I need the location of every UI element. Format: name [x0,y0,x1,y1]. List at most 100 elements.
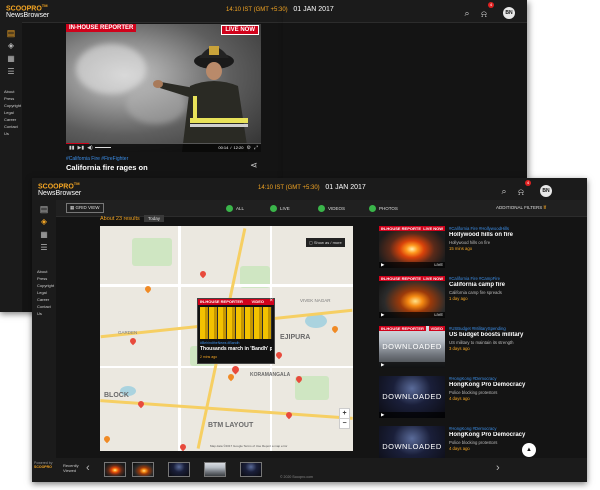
filter-photos[interactable]: PHOTOS [369,205,398,212]
card-tags[interactable]: #HongKong #Democracy [449,426,555,431]
firefighter-figure [153,46,248,152]
play-icon[interactable]: ▶ [381,412,384,418]
news-card[interactable]: IN-HOUSE REPORTERLIVE NOW ▶ LIVE #Californi… [379,226,555,268]
card-time: 4 days ago [449,395,470,401]
link-press[interactable]: Press [37,275,56,282]
card-tags[interactable]: #USBudget #MilitarySpending [449,326,555,331]
play-icon[interactable]: ▶ [381,312,384,318]
filter-videos[interactable]: VIDEOS [318,205,345,212]
video-tags[interactable]: #California Fire #FireFighter [66,156,128,162]
close-icon[interactable]: × [269,298,273,304]
popup-title: Thousands march in 'Bandh' prot [200,346,272,352]
next-icon[interactable]: ▶▮ [78,145,85,151]
map-pin[interactable] [128,336,138,346]
card-thumbnail[interactable]: DOWNLOADED ▶ [379,376,445,418]
card-thumbnail[interactable]: IN-HOUSE REPORTERLIVE NOW ▶ LIVE [379,276,445,318]
live-indicator: LIVE [434,312,443,317]
card-tags[interactable]: #HongKong #Democracy [449,376,555,381]
bell-icon[interactable]: ⍾ [518,187,524,198]
popup-tags[interactable]: #BehindtheNews #Bandh [200,341,272,345]
play-icon[interactable]: ▮▮ [69,145,75,151]
additional-filters-button[interactable]: ADDITIONAL FILTERS ⩸ [496,205,546,210]
card-tags[interactable]: #California Fire #HollywoodHills [449,226,555,231]
map-pin[interactable] [102,434,112,444]
calendar-icon[interactable]: ▦ [40,230,48,243]
recent-thumb[interactable] [132,462,154,477]
calendar-icon[interactable]: ▦ [7,54,15,67]
link-about[interactable]: About [4,88,22,95]
link-legal[interactable]: Legal [37,289,56,296]
progress-bar[interactable] [66,143,261,144]
filter-all[interactable]: ALL [226,205,244,212]
news-map[interactable]: EJIPURA BTM LAYOUT KORAMANGALA VIVEK NAG… [100,226,353,451]
zoom-out-button[interactable]: − [339,418,350,429]
video-bar: ▶ [379,362,445,368]
news-card[interactable]: DOWNLOADED ▶ #HongKong #DemocracyHongKong … [379,376,555,418]
link-about[interactable]: About [37,268,56,275]
map-pin[interactable] [330,324,340,334]
chevron-left-icon[interactable]: ‹ [86,462,90,474]
settings-icon[interactable]: ⚙ [247,145,251,151]
play-icon[interactable]: ▶ [381,262,384,268]
news-card[interactable]: IN-HOUSE REPORTERVIDEO DOWNLOADED ▶ #USBudg… [379,326,555,368]
map-pin[interactable] [226,372,236,382]
home-icon[interactable]: ▤ [40,204,49,217]
card-subtitle: Police blocking protestors [449,439,498,445]
card-label: IN-HOUSE REPORTER [379,276,426,281]
link-press[interactable]: Press [4,95,22,102]
link-career[interactable]: Career [4,116,22,123]
link-copyright[interactable]: Copyright [4,102,22,109]
back-window-right: 14:10 IST (GMT +5:30) 01 JAN 2017 ⌕ ⍾ 4 … [226,0,527,178]
map-icon[interactable]: ◈ [8,41,14,54]
avatar[interactable]: BN [503,7,515,19]
chevron-right-icon[interactable]: › [496,462,500,474]
home-icon[interactable]: ▤ [7,28,16,41]
list-icon[interactable]: ☰ [7,67,14,80]
card-tags[interactable]: #California Fire #CampFire [449,276,555,281]
link-career[interactable]: Career [37,296,56,303]
volume-icon[interactable]: ◀) [87,145,93,151]
share-icon[interactable]: ⋖ [250,160,258,171]
card-label: IN-HOUSE REPORTER [379,226,426,231]
map-icon[interactable]: ◈ [41,217,47,230]
main-video-player[interactable]: IN-HOUSE REPORTER LIVE NOW ▮▮ ▶▮ ◀) 00:1… [66,24,261,152]
show-as-toggle[interactable]: ▢ Show as / more [306,238,345,247]
date-filter[interactable]: Today [144,215,165,222]
map-pin[interactable] [198,269,208,279]
live-indicator: LIVE [434,262,443,267]
bell-icon[interactable]: ⍾ [481,9,487,20]
brand-logo[interactable]: SCOOPROTM NewsBrowser [38,182,81,198]
sidebar: ▤ ◈ ▦ ☰ About Press Copyright Legal Care… [32,200,56,482]
card-thumbnail[interactable]: IN-HOUSE REPORTERLIVE NOW ▶ LIVE [379,226,445,268]
card-title: California camp fire [449,282,506,288]
avatar[interactable]: BN [540,185,552,197]
card-thumbnail[interactable]: IN-HOUSE REPORTERVIDEO DOWNLOADED ▶ [379,326,445,368]
recent-thumb[interactable] [104,462,126,477]
map-pin[interactable] [274,350,284,360]
results-count: About 23 results [100,216,140,222]
map-pin[interactable] [136,399,146,409]
card-title: HongKong Pro Democracy [449,432,526,438]
link-legal[interactable]: Legal [4,109,22,116]
grid-view-button[interactable]: ▦ GRID VIEW [66,203,104,213]
filter-live[interactable]: LIVE [270,205,290,212]
map-attribution: Map data ©2017 Google Terms of Use Repor… [210,444,288,448]
link-contact[interactable]: Contact Us [37,303,56,317]
video-bar: ▶ LIVE [379,312,445,318]
fullscreen-icon[interactable]: ⤢ [254,145,258,151]
search-icon[interactable]: ⌕ [459,8,475,19]
play-icon[interactable]: ▶ [381,362,384,368]
scroll-up-button[interactable]: ▲ [522,443,536,457]
brand-logo[interactable]: SCOOPROTM NewsBrowser [6,4,49,20]
map-popup[interactable]: IN-HOUSE REPORTER VIDEO × #BehindtheNews… [197,298,275,364]
list-icon[interactable]: ☰ [40,243,47,256]
news-card[interactable]: IN-HOUSE REPORTERLIVE NOW ▶ LIVE #Californi… [379,276,555,318]
notification-badge: 4 [488,2,494,8]
link-copyright[interactable]: Copyright [37,282,56,289]
search-icon[interactable]: ⌕ [496,186,512,197]
recent-thumb[interactable] [204,462,226,477]
recent-thumb[interactable] [240,462,262,477]
recent-thumb[interactable] [168,462,190,477]
link-contact[interactable]: Contact Us [4,123,22,137]
volume-slider[interactable] [94,147,111,148]
